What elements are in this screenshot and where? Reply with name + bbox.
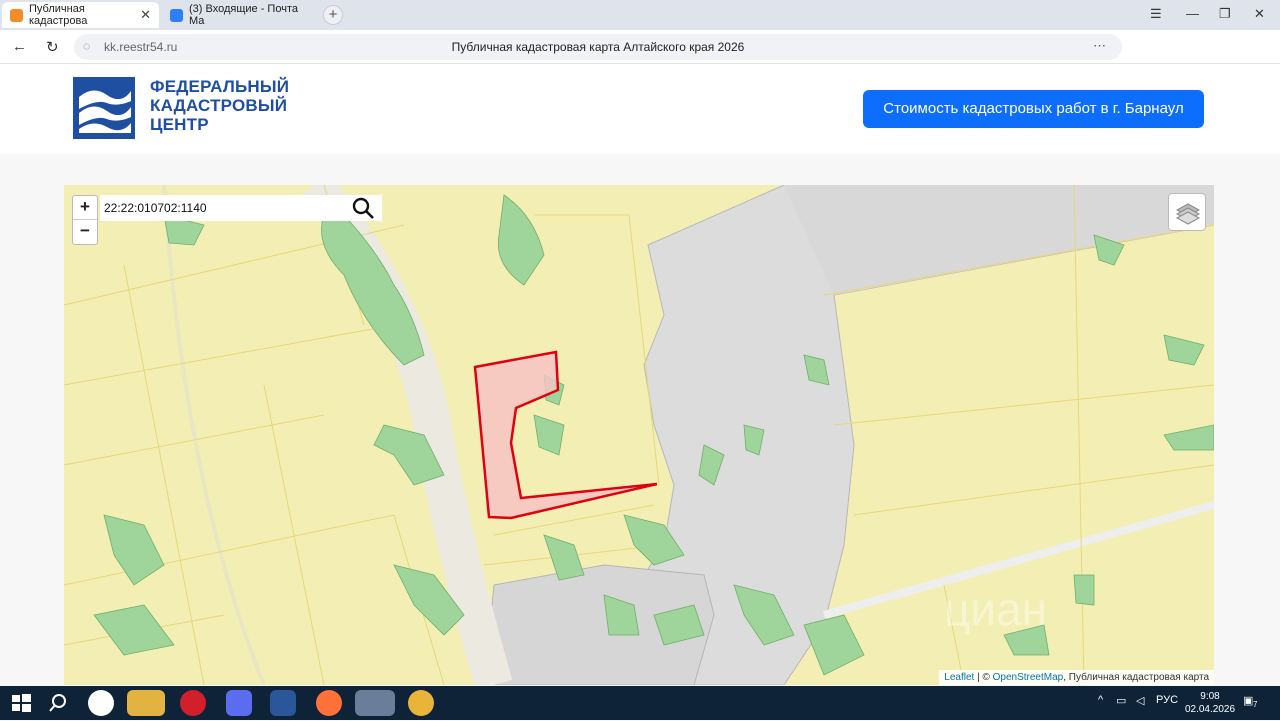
attribution-text: , Публичная кадастровая карта — [1063, 672, 1209, 683]
cadastral-map[interactable]: циан + − Leaflet | © OpenStreetMap, Публ… — [64, 185, 1214, 685]
new-tab-button[interactable]: + — [323, 5, 343, 25]
reload-icon[interactable]: ↻ — [46, 38, 59, 56]
close-tab-icon[interactable]: ✕ — [140, 7, 151, 23]
messenger-icon[interactable] — [226, 690, 252, 716]
logo-line: КАДАСТРОВЫЙ — [150, 96, 288, 115]
word-icon[interactable] — [270, 690, 296, 716]
menu-icon[interactable]: ☰ — [1150, 6, 1162, 22]
opera-icon[interactable] — [180, 690, 206, 716]
browser-tab-bar: Публичная кадастрова ✕ (3) Входящие - По… — [0, 0, 1280, 30]
more-icon[interactable]: ⋯ — [1093, 38, 1114, 54]
logo-line: ЦЕНТР — [150, 115, 209, 134]
cadastral-search-input[interactable] — [100, 195, 382, 221]
logo-icon[interactable] — [73, 77, 135, 139]
zoom-control: + − — [72, 195, 98, 245]
app-icon[interactable] — [408, 690, 434, 716]
search-taskbar-icon[interactable] — [45, 690, 71, 716]
zoom-in-button[interactable]: + — [73, 196, 97, 220]
file-explorer-icon[interactable] — [127, 690, 165, 716]
leaflet-link[interactable]: Leaflet — [944, 672, 974, 683]
home-icon — [10, 8, 23, 22]
osm-link[interactable]: OpenStreetMap — [993, 672, 1064, 683]
cadastral-works-cost-button[interactable]: Стоимость кадастровых работ в г. Барнаул — [863, 90, 1204, 128]
clock[interactable]: 9:08 02.04.2026 — [1180, 690, 1240, 716]
url-field[interactable]: ◌ kk.reestr54.ru Публичная кадастровая к… — [74, 34, 1122, 60]
mail-icon — [170, 8, 183, 22]
language-indicator[interactable]: РУС — [1156, 694, 1178, 706]
restore-icon[interactable]: ❐ — [1219, 6, 1231, 22]
tab-cadastral-map[interactable]: Публичная кадастрова ✕ — [2, 2, 159, 28]
network-icon[interactable]: ▭ — [1116, 694, 1126, 707]
tab-mail[interactable]: (3) Входящие - Почта Ма — [162, 2, 320, 28]
page-title: Публичная кадастровая карта Алтайского к… — [451, 40, 745, 54]
firefox-icon[interactable] — [316, 690, 342, 716]
logo-text[interactable]: ФЕДЕРАЛЬНЫЙ КАДАСТРОВЫЙ ЦЕНТР — [150, 77, 289, 134]
search-icon[interactable] — [352, 197, 374, 219]
tab-title: (3) Входящие - Почта Ма — [189, 3, 298, 27]
time: 9:08 — [1200, 691, 1220, 702]
ccleaner-icon[interactable] — [88, 690, 114, 716]
svg-text:циан: циан — [944, 583, 1047, 635]
selected-parcel[interactable] — [473, 350, 658, 520]
layers-icon[interactable] — [1168, 193, 1206, 231]
tab-title: Публичная кадастрова — [29, 3, 88, 27]
site-header: ФЕДЕРАЛЬНЫЙ КАДАСТРОВЫЙ ЦЕНТР Стоимость … — [0, 64, 1280, 154]
notification-count: 7 — [1253, 700, 1258, 709]
close-window-icon[interactable]: ✕ — [1254, 6, 1265, 22]
yandex-browser-icon[interactable] — [355, 690, 395, 716]
map-attribution: Leaflet | © OpenStreetMap, Публичная кад… — [939, 670, 1214, 685]
zoom-out-button[interactable]: − — [73, 220, 97, 244]
address-bar: ← ↻ ◌ kk.reestr54.ru Публичная кадастров… — [0, 30, 1280, 84]
notifications-icon[interactable]: ▣ — [1243, 694, 1253, 707]
taskbar: ^ ▭ ◁ РУС 9:08 02.04.2026 ▣ 7 — [0, 686, 1280, 720]
tray-chevron-icon[interactable]: ^ — [1098, 694, 1103, 706]
back-icon[interactable]: ← — [12, 38, 27, 55]
minimize-icon[interactable]: — — [1186, 6, 1199, 21]
volume-icon[interactable]: ◁ — [1136, 694, 1144, 707]
attribution-separator: | © — [974, 672, 993, 683]
logo-line: ФЕДЕРАЛЬНЫЙ — [150, 77, 290, 96]
windows-start-icon[interactable] — [8, 690, 34, 716]
date: 02.04.2026 — [1184, 704, 1236, 715]
map-tiles: циан — [64, 185, 1214, 685]
